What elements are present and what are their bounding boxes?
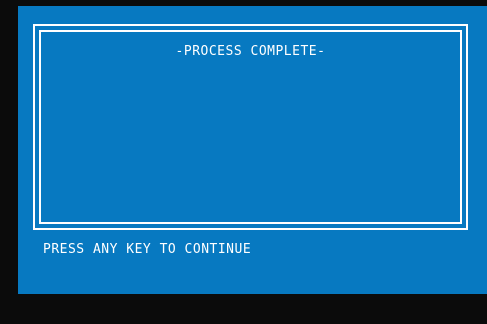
- dialog-frame-inner: -PROCESS COMPLETE-: [39, 30, 462, 224]
- continue-prompt: PRESS ANY KEY TO CONTINUE: [43, 242, 252, 257]
- console-screen[interactable]: -PROCESS COMPLETE- PRESS ANY KEY TO CONT…: [18, 6, 487, 294]
- dialog-title: -PROCESS COMPLETE-: [175, 44, 326, 59]
- dialog-frame-outer: -PROCESS COMPLETE-: [33, 24, 468, 230]
